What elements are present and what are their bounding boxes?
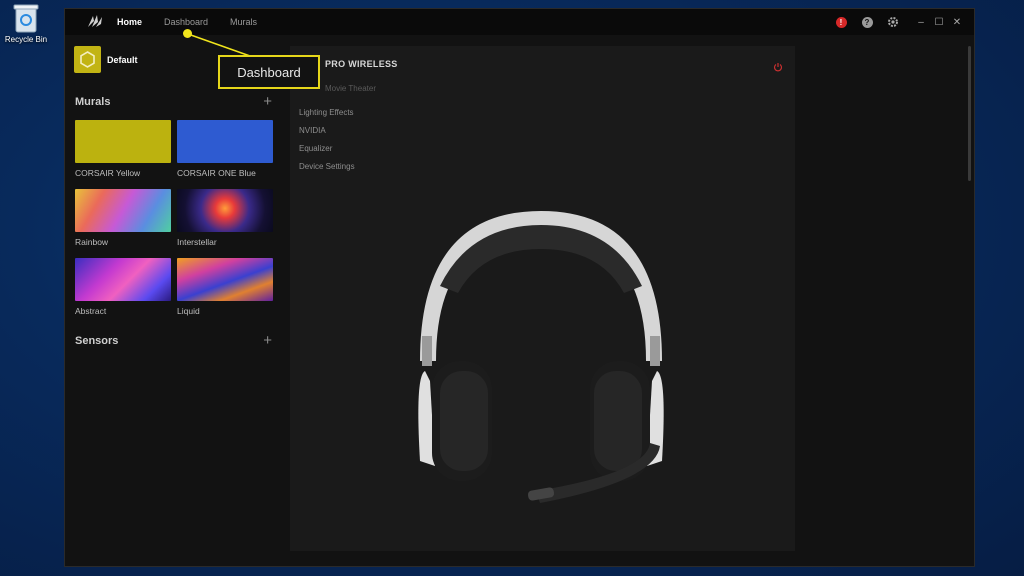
- mural-swatch-blue: [177, 120, 273, 163]
- device-panel: PRO WIRELESS Movie Theater Lighting Effe…: [290, 46, 795, 551]
- sensors-title: Sensors: [75, 334, 119, 347]
- mural-swatch-liquid: [177, 258, 273, 301]
- settings-button[interactable]: [886, 15, 900, 29]
- mural-tile[interactable]: Rainbow: [75, 189, 171, 247]
- help-icon: ?: [861, 16, 873, 28]
- mural-tile[interactable]: CORSAIR Yellow: [75, 120, 171, 178]
- menu-nvidia[interactable]: NVIDIA: [299, 126, 355, 144]
- murals-header: Murals +: [75, 94, 272, 109]
- menu-equalizer[interactable]: Equalizer: [299, 144, 355, 162]
- mural-tile[interactable]: Interstellar: [177, 189, 273, 247]
- recycle-bin-desktop-icon[interactable]: Recycle Bin: [4, 3, 48, 44]
- mural-tile[interactable]: Liquid: [177, 258, 273, 316]
- help-button[interactable]: ?: [860, 15, 874, 29]
- mural-label: Rainbow: [75, 237, 109, 247]
- mural-swatch-yellow: [75, 120, 171, 163]
- title-controls: ! ? – ☐ ✕: [822, 9, 964, 35]
- gear-icon: [888, 17, 898, 27]
- hexagon-icon: [80, 51, 95, 68]
- main-nav: Home Dashboard Murals: [117, 9, 279, 35]
- add-mural-button[interactable]: +: [263, 94, 272, 109]
- menu-lighting-effects[interactable]: Lighting Effects: [299, 108, 355, 126]
- alert-icon: !: [835, 16, 847, 28]
- recycle-bin-label: Recycle Bin: [4, 35, 48, 44]
- window-scrollbar[interactable]: [968, 46, 971, 181]
- callout-dot: [183, 29, 192, 38]
- sidebar: Default Murals + CORSAIR Yellow CORSAIR …: [65, 35, 285, 567]
- title-bar: Home Dashboard Murals ! ? – ☐ ✕: [65, 9, 974, 35]
- nav-home[interactable]: Home: [117, 17, 142, 27]
- mural-tile[interactable]: CORSAIR ONE Blue: [177, 120, 273, 178]
- mural-label: Liquid: [177, 306, 200, 316]
- profile-name: Default: [107, 54, 138, 65]
- device-menu: Lighting Effects NVIDIA Equalizer Device…: [299, 108, 355, 180]
- menu-device-settings[interactable]: Device Settings: [299, 162, 355, 180]
- device-preset: Movie Theater: [325, 84, 376, 93]
- callout-label: Dashboard: [218, 55, 320, 89]
- mural-label: CORSAIR ONE Blue: [177, 168, 256, 178]
- power-icon[interactable]: [773, 62, 783, 72]
- mural-label: Abstract: [75, 306, 107, 316]
- minimize-button[interactable]: –: [914, 17, 928, 28]
- notifications-button[interactable]: !: [834, 15, 848, 29]
- mural-tile[interactable]: Abstract: [75, 258, 171, 316]
- nav-dashboard[interactable]: Dashboard: [164, 17, 208, 27]
- mural-swatch-abstract: [75, 258, 171, 301]
- add-sensor-button[interactable]: +: [263, 333, 272, 348]
- recycle-bin-icon: [13, 4, 39, 33]
- murals-title: Murals: [75, 95, 111, 108]
- close-button[interactable]: ✕: [950, 17, 964, 28]
- nav-murals[interactable]: Murals: [230, 17, 257, 27]
- mural-swatch-interstellar: [177, 189, 273, 232]
- profile-thumbnail: [74, 46, 101, 73]
- maximize-button[interactable]: ☐: [932, 17, 946, 28]
- sensors-header: Sensors +: [75, 333, 272, 348]
- mural-label: Interstellar: [177, 237, 217, 247]
- corsair-logo-icon: [88, 15, 102, 27]
- device-name: PRO WIRELESS: [325, 59, 398, 69]
- mural-label: CORSAIR Yellow: [75, 168, 141, 178]
- headset-image: [418, 211, 664, 503]
- mural-swatch-rainbow: [75, 189, 171, 232]
- profile-selector[interactable]: Default: [74, 46, 138, 73]
- icue-window: Home Dashboard Murals ! ? – ☐ ✕ Default …: [64, 8, 975, 567]
